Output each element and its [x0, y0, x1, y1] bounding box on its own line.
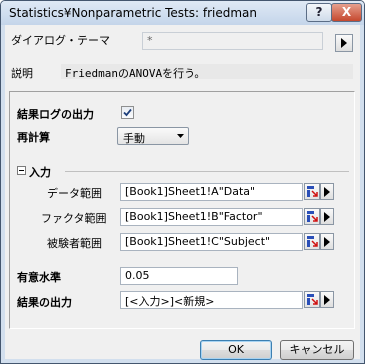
data-range-select-button[interactable] — [304, 183, 320, 200]
factor-range-menu-button[interactable] — [320, 208, 334, 225]
dialog-window: Statistics¥Nonparametric Tests: friedman… — [0, 0, 365, 364]
arrow-right-icon — [324, 295, 330, 305]
arrow-right-icon — [324, 212, 330, 222]
data-range-label: データ範囲 — [47, 187, 102, 200]
close-button[interactable]: X — [331, 3, 362, 22]
recalculate-label: 再計算 — [17, 131, 50, 144]
output-select-button[interactable] — [304, 291, 320, 308]
window-title: Statistics¥Nonparametric Tests: friedman — [9, 6, 258, 20]
dialog-body: ダイアログ・テーマ * 説明 FriedmanのANOVAを行う。 結果ログの出… — [5, 25, 360, 360]
factor-range-select-button[interactable] — [304, 208, 320, 225]
help-button[interactable]: ? — [306, 3, 332, 22]
output-field[interactable]: [<入力>]<新規> — [120, 291, 303, 309]
significance-value: 0.05 — [125, 269, 150, 282]
ok-button[interactable]: OK — [200, 340, 272, 360]
output-menu-button[interactable] — [320, 291, 334, 308]
data-range-field[interactable]: [Book1]Sheet1!A"Data" — [120, 183, 303, 201]
arrow-right-icon — [324, 237, 330, 247]
cancel-button[interactable]: キャンセル — [280, 340, 354, 360]
output-value: [<入力>]<新規> — [125, 295, 215, 308]
subject-range-value: [Book1]Sheet1!C"Subject" — [125, 235, 271, 248]
theme-value: * — [147, 34, 153, 47]
check-icon — [123, 108, 132, 117]
data-range-value: [Book1]Sheet1!A"Data" — [125, 185, 256, 198]
subject-range-select-button[interactable] — [304, 233, 320, 250]
chevron-down-icon — [177, 134, 184, 138]
description-label: 説明 — [11, 67, 33, 80]
range-select-icon — [307, 294, 318, 305]
arrow-right-icon — [341, 38, 347, 48]
output-label: 結果の出力 — [17, 296, 72, 309]
factor-range-label: ファクタ範囲 — [41, 212, 107, 225]
factor-range-value: [Book1]Sheet1!B"Factor" — [125, 210, 263, 223]
section-divider — [65, 171, 349, 172]
description-text: FriedmanのANOVAを行う。 — [61, 64, 353, 80]
subject-range-label: 被験者範囲 — [47, 237, 102, 250]
significance-label: 有意水準 — [17, 271, 61, 284]
theme-menu-button[interactable] — [335, 34, 353, 52]
title-bar[interactable]: Statistics¥Nonparametric Tests: friedman… — [1, 1, 364, 25]
log-output-checkbox[interactable] — [121, 106, 134, 119]
recalculate-value: 手動 — [123, 132, 145, 145]
factor-range-field[interactable]: [Book1]Sheet1!B"Factor" — [120, 208, 303, 226]
subject-range-field[interactable]: [Book1]Sheet1!C"Subject" — [120, 233, 303, 251]
range-select-icon — [307, 211, 318, 222]
range-select-icon — [307, 186, 318, 197]
arrow-right-icon — [324, 187, 330, 197]
theme-field[interactable]: * — [142, 32, 323, 50]
input-section-title: 入力 — [29, 166, 51, 179]
log-output-label: 結果ログの出力 — [17, 108, 94, 121]
recalculate-select[interactable]: 手動 — [117, 127, 189, 145]
data-range-menu-button[interactable] — [320, 183, 334, 200]
theme-label: ダイアログ・テーマ — [11, 34, 110, 47]
range-select-icon — [307, 236, 318, 247]
subject-range-menu-button[interactable] — [320, 233, 334, 250]
significance-field[interactable]: 0.05 — [120, 267, 238, 285]
input-collapse-toggle[interactable] — [17, 166, 26, 175]
